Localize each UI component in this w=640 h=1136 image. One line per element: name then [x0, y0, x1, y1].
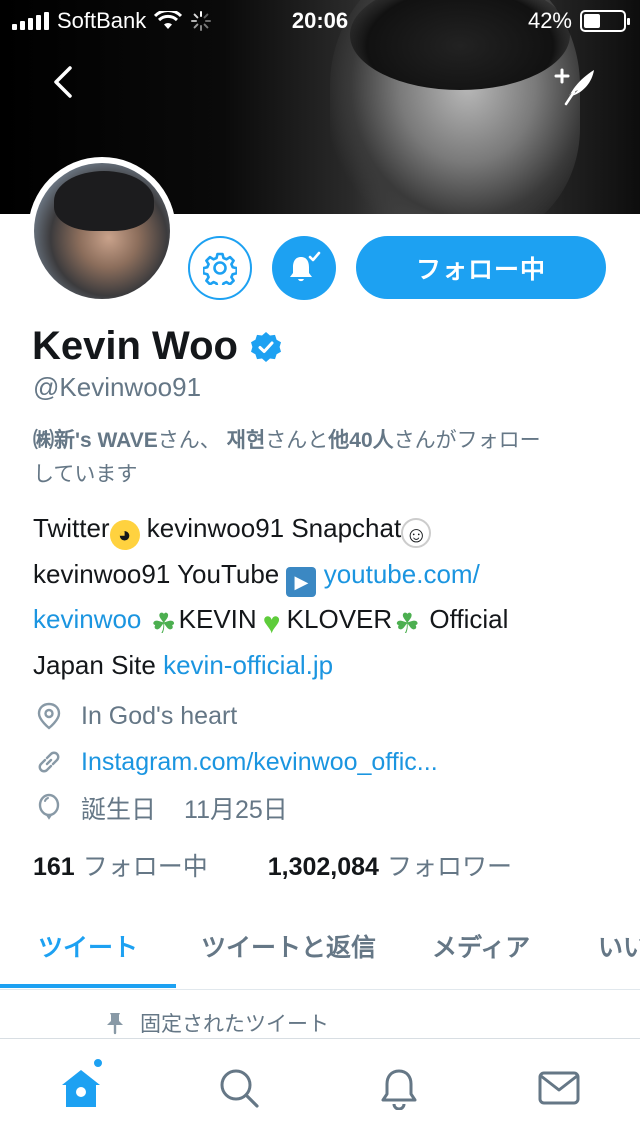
- bio-youtube-link[interactable]: youtube.com/: [324, 559, 480, 589]
- followed-by-suffix: さんがフォロー: [393, 429, 541, 452]
- profile-handle: @Kevinwoo91: [33, 372, 202, 402]
- verified-badge-icon: [250, 331, 281, 362]
- profile-tabs: ツイート ツイートと返信 メディア いい: [0, 900, 640, 990]
- followers-count-number: 1,302,084: [267, 853, 379, 881]
- following-button[interactable]: フォロー中: [356, 236, 606, 299]
- bio-text: kevinwoo91 Snapchat: [139, 513, 402, 543]
- birthday-row: 誕生日 11月25日: [33, 790, 288, 826]
- home-tab[interactable]: [56, 1057, 106, 1113]
- birthday-value: 11月25日: [184, 796, 288, 824]
- tab-likes[interactable]: いい: [598, 928, 640, 964]
- profile-bio: Twitter ◕ kevinwoo91 Snapchat ☺ kevinwoo91…: [33, 506, 613, 688]
- bio-text: KEVIN: [178, 604, 257, 634]
- profile-website-link[interactable]: Instagram.com/kevinwoo_offic...: [81, 748, 438, 777]
- profile-location: In God's heart: [81, 701, 238, 730]
- status-bar: SoftBank 20:06 42%: [0, 0, 640, 40]
- profile-settings-button[interactable]: [188, 236, 252, 300]
- bio-text: KLOVER: [286, 604, 393, 634]
- clover-emoji-icon: ☘: [394, 608, 420, 639]
- bio-text: Twitter: [33, 513, 110, 543]
- ghost-emoji-icon: ☺: [401, 518, 432, 548]
- avatar-photo: [34, 163, 170, 299]
- clover-emoji-icon: ☘: [151, 608, 177, 639]
- follow-counts: 161 フォロー中 1,302,084 フォロワー: [33, 847, 512, 883]
- compose-tweet-button[interactable]: [552, 62, 598, 108]
- battery-icon: [580, 10, 630, 32]
- followers-count-label: フォロワー: [386, 853, 512, 881]
- location-pin-icon: [37, 702, 61, 730]
- profile-name: Kevin Woo: [32, 324, 238, 368]
- followed-by-name: 재현: [226, 429, 266, 452]
- followed-by-separator: さんと: [265, 429, 329, 452]
- profile-name-row: Kevin Woo: [32, 324, 282, 369]
- bio-youtube-link-cont[interactable]: kevinwoo: [33, 604, 141, 634]
- green-heart-emoji-icon: ♥: [262, 607, 281, 640]
- back-button[interactable]: [44, 62, 84, 102]
- home-icon: [62, 1070, 100, 1107]
- play-button-emoji-icon: ▶: [286, 566, 317, 597]
- notifications-toggle-button[interactable]: [272, 236, 336, 300]
- followed-by-separator: さん、: [157, 429, 227, 452]
- tab-tweets-and-replies[interactable]: ツイートと返信: [201, 928, 376, 964]
- hatching-chick-emoji-icon: ◕: [109, 520, 140, 550]
- active-tab-indicator: [0, 984, 176, 988]
- followed-by-name: ㈱新's WAVE: [33, 429, 158, 452]
- home-unread-dot: [92, 1057, 104, 1069]
- followed-by-text[interactable]: ㈱新's WAVEさん、 재현さんと他40人さんがフォロー しています: [33, 424, 603, 492]
- followers-count[interactable]: 1,302,084 フォロワー: [268, 847, 512, 883]
- following-count-number: 161: [33, 853, 75, 881]
- bio-text: Official: [422, 604, 509, 634]
- search-tab[interactable]: [214, 1063, 264, 1113]
- link-icon: [38, 751, 60, 773]
- followed-by-suffix-line2: しています: [33, 463, 138, 486]
- location-row: In God's heart: [33, 700, 237, 732]
- followed-by-others: 他40人: [328, 429, 394, 452]
- messages-tab[interactable]: [534, 1063, 584, 1113]
- pin-icon: [107, 1013, 123, 1035]
- tab-tweets[interactable]: ツイート: [38, 928, 138, 964]
- bio-official-site-link[interactable]: kevin-official.jp: [163, 650, 333, 680]
- gear-icon: [203, 252, 237, 285]
- website-row[interactable]: Instagram.com/kevinwoo_offic...: [33, 746, 438, 778]
- profile-avatar[interactable]: [28, 157, 176, 305]
- following-count-label: フォロー中: [82, 853, 208, 881]
- birthday-label: 誕生日: [81, 796, 157, 824]
- bottom-tab-bar: [0, 1038, 640, 1136]
- balloon-icon: [38, 793, 60, 820]
- notifications-tab[interactable]: [374, 1063, 424, 1113]
- pinned-tweet-header: 固定されたツイート: [104, 1008, 329, 1038]
- following-count[interactable]: 161 フォロー中: [33, 847, 208, 883]
- battery-percent: 42%: [527, 8, 572, 33]
- messages-icon: [538, 1071, 580, 1105]
- bio-text: Japan Site: [33, 649, 164, 680]
- notifications-icon: [381, 1069, 417, 1110]
- search-icon: [220, 1069, 259, 1108]
- compose-tweet-icon: [554, 68, 594, 106]
- bio-text: kevinwoo91 YouTube: [33, 558, 287, 589]
- bell-checked-icon: [290, 251, 321, 282]
- tab-media[interactable]: メディア: [432, 928, 530, 964]
- chevron-left-icon: [54, 66, 72, 98]
- pinned-tweet-label: 固定されたツイート: [140, 1013, 329, 1036]
